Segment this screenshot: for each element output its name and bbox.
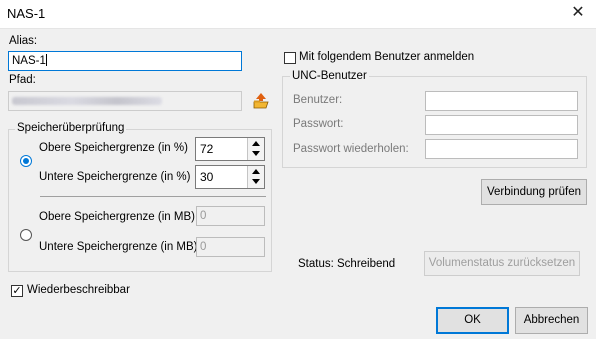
upper-percent-label: Obere Speichergrenze (in %) xyxy=(39,142,188,154)
user-login-checkbox[interactable] xyxy=(284,52,296,64)
group-divider xyxy=(40,196,266,197)
cancel-button[interactable]: Abbrechen xyxy=(515,307,588,334)
close-icon[interactable]: ✕ xyxy=(566,2,590,24)
upper-percent-stepper[interactable]: 72 xyxy=(195,137,265,161)
lower-percent-spin-buttons[interactable] xyxy=(247,166,264,188)
lower-mb-input[interactable]: 0 xyxy=(196,237,265,257)
lower-percent-stepper[interactable]: 30 xyxy=(195,165,265,189)
obscured-path-value xyxy=(12,97,162,105)
mb-mode-radio[interactable] xyxy=(20,229,32,241)
folder-browse-icon[interactable] xyxy=(252,92,270,110)
path-input[interactable] xyxy=(8,91,242,111)
alias-label: Alias: xyxy=(9,35,38,47)
lower-percent-label: Untere Speichergrenze (in %) xyxy=(39,171,191,183)
unc-user-label: Benutzer: xyxy=(293,94,343,106)
path-label: Pfad: xyxy=(9,74,36,86)
rewritable-checkbox[interactable]: ✓ xyxy=(11,285,23,297)
unc-password-label: Passwort: xyxy=(293,118,344,130)
status-value: Schreibend xyxy=(337,258,396,270)
unc-user-input[interactable] xyxy=(425,91,578,111)
unc-password-repeat-label: Passwort wiederholen: xyxy=(293,143,409,155)
reset-volume-status-button[interactable]: Volumenstatus zurücksetzen xyxy=(424,251,580,276)
upper-mb-label: Obere Speichergrenze (in MB) xyxy=(39,211,195,223)
lower-percent-value: 30 xyxy=(200,170,214,184)
alias-input[interactable]: NAS-1 xyxy=(8,51,242,71)
window-title: NAS-1 xyxy=(7,6,46,21)
storage-check-group-label: Speicherüberprüfung xyxy=(15,122,127,134)
percent-mode-radio[interactable] xyxy=(20,155,32,167)
unc-password-repeat-input[interactable] xyxy=(425,139,578,159)
rewritable-label: Wiederbeschreibbar xyxy=(27,284,130,296)
unc-user-group-label: UNC-Benutzer xyxy=(290,70,369,82)
lower-mb-label: Untere Speichergrenze (in MB) xyxy=(39,241,198,253)
upper-mb-input[interactable]: 0 xyxy=(196,206,265,226)
title-bar xyxy=(0,0,596,29)
upper-percent-value: 72 xyxy=(200,142,214,156)
user-login-label: Mit folgendem Benutzer anmelden xyxy=(299,51,475,63)
upper-percent-spin-buttons[interactable] xyxy=(247,138,264,160)
ok-button[interactable]: OK xyxy=(436,307,509,334)
verify-connection-button[interactable]: Verbindung prüfen xyxy=(481,179,587,205)
unc-password-input[interactable] xyxy=(425,115,578,135)
status-label: Status: xyxy=(298,258,334,270)
